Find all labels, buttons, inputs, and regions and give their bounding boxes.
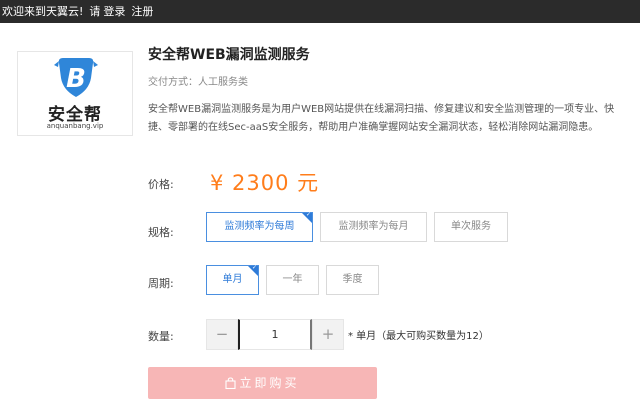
login-link[interactable]: 登录 bbox=[103, 5, 125, 18]
spec-option-single[interactable]: 单次服务 bbox=[434, 212, 508, 242]
product-title: 安全帮WEB漏洞监测服务 bbox=[148, 47, 310, 63]
period-option-label: 单月 bbox=[222, 274, 243, 285]
welcome-text: 欢迎来到天翼云! bbox=[2, 5, 84, 18]
product-logo: B 安全帮 anquanbang.vip bbox=[17, 51, 133, 136]
spec-option-label: 监测频率为每周 bbox=[224, 221, 295, 232]
spec-option-label: 单次服务 bbox=[451, 221, 491, 232]
quantity-increase-button[interactable]: + bbox=[312, 319, 344, 350]
register-link[interactable]: 注册 bbox=[131, 5, 153, 18]
spec-option-label: 监测频率为每月 bbox=[338, 221, 409, 232]
quantity-decrease-button[interactable]: − bbox=[206, 319, 238, 350]
shopping-bag-icon bbox=[225, 369, 237, 401]
period-option-quarter[interactable]: 季度 bbox=[326, 265, 379, 295]
shield-b-logo-icon: B bbox=[54, 58, 98, 97]
logo-url-text: anquanbang.vip bbox=[46, 122, 104, 130]
check-icon: ✓ bbox=[251, 264, 257, 271]
period-option-label: 季度 bbox=[342, 274, 363, 285]
price-value: ¥ 2300 元 bbox=[210, 171, 320, 195]
spec-label: 规格: bbox=[148, 226, 174, 239]
delivery-method: 交付方式：人工服务类 bbox=[148, 77, 248, 88]
spec-option-monthly[interactable]: 监测频率为每月 bbox=[320, 212, 427, 242]
buy-now-button[interactable]: 立即购买 bbox=[148, 367, 377, 399]
quantity-limit-note: * 单月（最大可购买数量为12） bbox=[348, 331, 489, 342]
period-label: 周期: bbox=[148, 277, 174, 290]
price-label: 价格: bbox=[148, 178, 174, 191]
check-icon: ✓ bbox=[305, 211, 311, 218]
buy-now-label: 立即购买 bbox=[239, 376, 300, 390]
quantity-label: 数量: bbox=[148, 330, 174, 343]
top-nav-bar: 欢迎来到天翼云! 请登录 注册 bbox=[0, 0, 640, 23]
login-prompt: 请 bbox=[89, 5, 101, 18]
quantity-input[interactable] bbox=[238, 319, 312, 350]
period-option-label: 一年 bbox=[282, 274, 303, 285]
period-option-year[interactable]: 一年 bbox=[266, 265, 319, 295]
svg-text:B: B bbox=[66, 64, 86, 94]
product-description: 安全帮WEB漏洞监测服务是为用户WEB网站提供在线漏洞扫描、修复建议和安全监测管… bbox=[148, 104, 615, 133]
spec-option-weekly[interactable]: 监测频率为每周 ✓ bbox=[206, 211, 313, 242]
period-option-month[interactable]: 单月 ✓ bbox=[206, 264, 259, 295]
